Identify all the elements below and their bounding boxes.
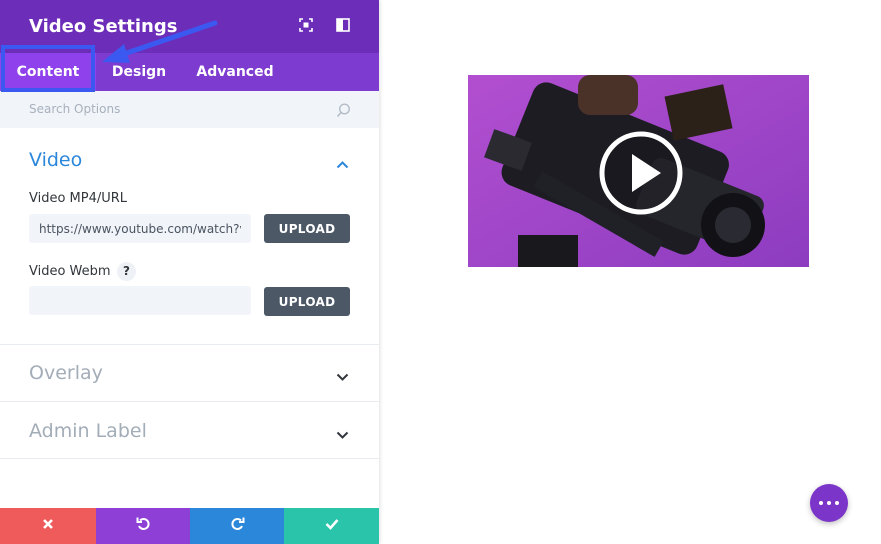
tutorial-arrow-icon [102,20,218,63]
redo-button[interactable] [190,508,284,544]
more-dots-icon [819,501,823,505]
help-icon[interactable]: ? [117,262,136,281]
split-view-icon[interactable] [336,18,352,34]
field-label-webm: Video Webm [29,264,111,279]
chevron-down-icon[interactable] [336,427,349,445]
undo-icon [136,516,151,536]
section-title-video[interactable]: Video [29,149,82,171]
undo-button[interactable] [96,508,190,544]
chevron-down-icon[interactable] [336,369,349,387]
section-title-admin-label[interactable]: Admin Label [29,420,147,442]
section-divider [0,401,379,402]
section-title-overlay[interactable]: Overlay [29,362,103,384]
chevron-up-icon[interactable] [336,156,349,174]
search-icon [336,103,351,123]
video-webm-input[interactable] [29,286,251,315]
play-icon[interactable] [598,130,684,216]
check-icon [325,517,339,535]
search-bar [0,91,379,128]
panel-footer [0,508,379,544]
more-dots-icon [827,501,831,505]
upload-webm-button[interactable]: UPLOAD [264,287,350,316]
upload-mp4-button[interactable]: UPLOAD [264,214,350,243]
tutorial-highlight-box [1,45,95,92]
video-url-input[interactable] [29,214,251,243]
redo-icon [230,516,245,536]
field-label-mp4: Video MP4/URL [29,191,128,206]
more-dots-icon [835,501,839,505]
section-divider [0,344,379,345]
video-preview[interactable] [468,75,809,267]
close-icon [42,517,54,535]
cancel-button[interactable] [0,508,96,544]
more-options-button[interactable] [810,484,848,522]
fullscreen-icon[interactable] [299,18,315,34]
search-input[interactable] [29,99,319,119]
section-divider [0,458,379,459]
save-button[interactable] [284,508,379,544]
